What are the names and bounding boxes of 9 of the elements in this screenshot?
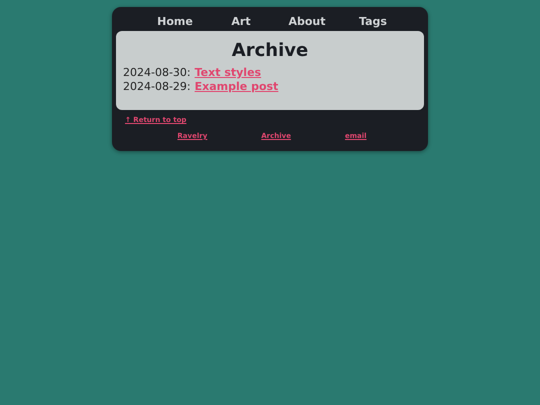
page-title: Archive — [230, 40, 310, 62]
nav-link[interactable]: Tags — [341, 14, 405, 28]
post-date: 2024-08-30: — [123, 66, 191, 80]
post-date: 2024-08-29: — [123, 80, 191, 94]
nav-link[interactable]: Home — [143, 14, 207, 28]
nav-link[interactable]: About — [275, 14, 339, 28]
post-link[interactable]: Example post — [194, 80, 278, 94]
nav-link[interactable]: Art — [209, 14, 273, 28]
post-link[interactable]: Text styles — [194, 66, 262, 80]
